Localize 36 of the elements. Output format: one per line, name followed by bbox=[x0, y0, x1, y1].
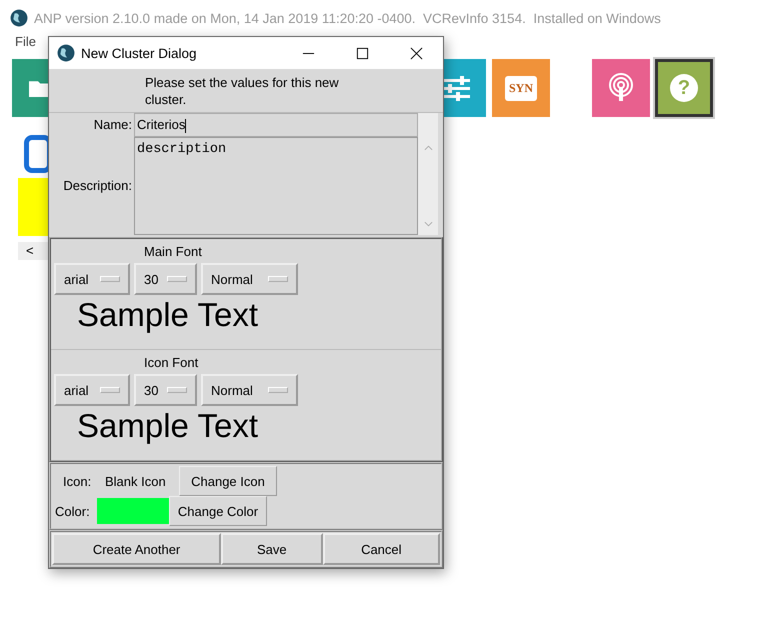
dialog-button[interactable]: Create Another bbox=[52, 533, 222, 565]
highlight-panel bbox=[18, 178, 50, 236]
name-label: Name: bbox=[92, 116, 133, 134]
dialog-title: New Cluster Dialog bbox=[81, 46, 198, 60]
font-style-dropdown[interactable]: Normal bbox=[201, 263, 298, 295]
description-label: Description: bbox=[62, 177, 133, 195]
dialog-button[interactable]: Save bbox=[221, 533, 323, 565]
font-size-dropdown[interactable]: 30 bbox=[134, 263, 197, 295]
scroll-left-button[interactable]: < bbox=[18, 242, 50, 260]
syn-button[interactable]: SYN bbox=[492, 59, 550, 117]
menu-item[interactable]: File bbox=[15, 34, 36, 49]
broadcast-icon bbox=[606, 73, 636, 103]
sample-text: Sample Text bbox=[76, 406, 259, 446]
sample-text: Sample Text bbox=[76, 295, 259, 335]
section-title: Icon Font bbox=[143, 354, 200, 372]
font-size-dropdown[interactable]: 30 bbox=[134, 374, 197, 406]
icon-label: Icon: bbox=[62, 474, 92, 488]
podcast-button[interactable] bbox=[592, 59, 650, 117]
icon-name: Blank Icon bbox=[105, 474, 167, 488]
color-label: Color: bbox=[54, 504, 91, 518]
change-icon-button[interactable]: Change Icon bbox=[179, 466, 277, 496]
dialog-button[interactable]: Cancel bbox=[322, 533, 440, 565]
font-family-dropdown[interactable]: arial bbox=[54, 374, 130, 406]
change-color-button[interactable]: Change Color bbox=[169, 496, 267, 526]
section-title: Main Font bbox=[143, 243, 203, 261]
font-family-dropdown[interactable]: arial bbox=[54, 263, 130, 295]
sliders-icon bbox=[442, 73, 472, 103]
globe-icon bbox=[10, 9, 28, 27]
window-title: ANP version 2.10.0 made on Mon, 14 Jan 2019 11:20:20 -0400. VCRevInfo 3154. Installed on Windows bbox=[34, 10, 661, 26]
maximize-icon[interactable] bbox=[356, 46, 369, 60]
close-icon[interactable] bbox=[410, 46, 423, 60]
instruction-text: Please set the values for this new cluster. bbox=[144, 74, 340, 109]
name-field[interactable]: Criterios bbox=[134, 113, 418, 137]
globe-icon bbox=[57, 44, 75, 62]
font-style-dropdown[interactable]: Normal bbox=[201, 374, 298, 406]
description-field[interactable]: description bbox=[134, 137, 418, 235]
